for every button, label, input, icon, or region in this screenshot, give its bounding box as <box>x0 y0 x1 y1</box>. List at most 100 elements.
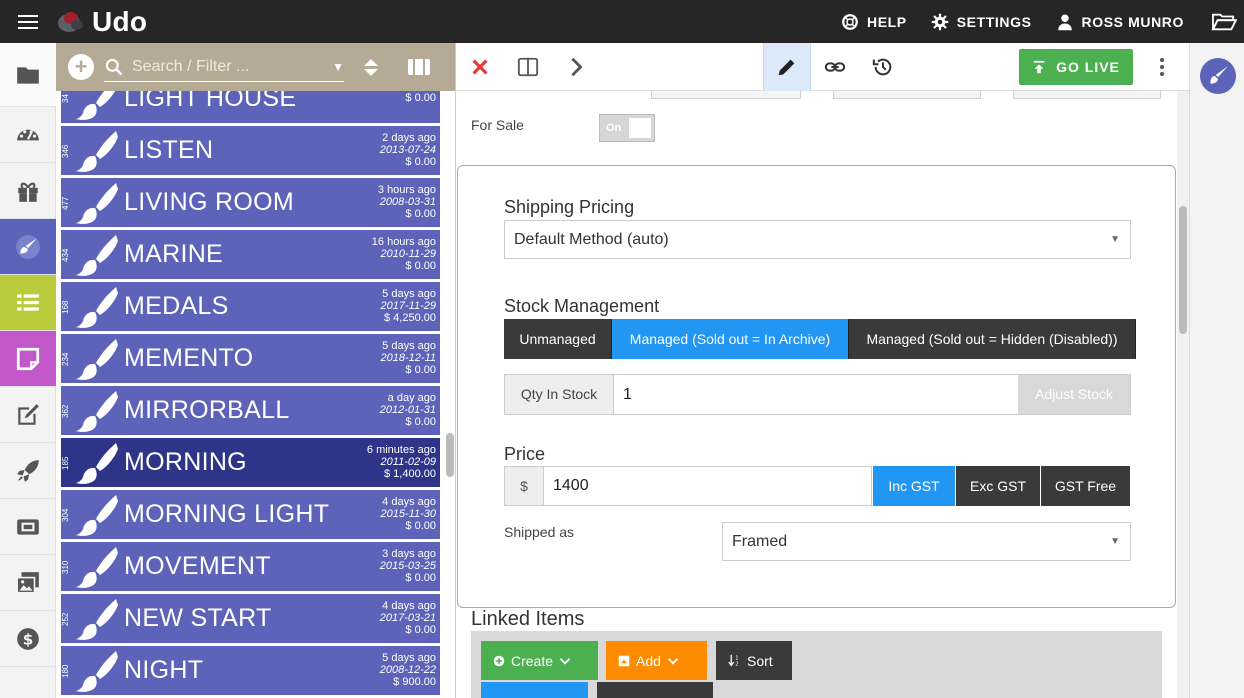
shipped-as-label: Shipped as <box>504 524 575 540</box>
for-sale-toggle[interactable]: On <box>599 114 655 142</box>
item-title: MOVEMENT <box>124 552 271 580</box>
item-price: $ 0.00 <box>405 208 436 220</box>
gst-exc-button[interactable]: Exc GST <box>956 466 1040 506</box>
gst-inc-button[interactable]: Inc GST <box>873 466 955 506</box>
adjust-stock-button[interactable]: Adjust Stock <box>1018 375 1130 414</box>
item-updated: 3 hours ago <box>377 184 436 196</box>
paintbrush-icon <box>75 494 119 536</box>
sidebar-dashboard[interactable] <box>0 107 56 163</box>
stock-option-hidden[interactable]: Managed (Sold out = Hidden (Disabled)) <box>849 319 1136 359</box>
sidebar-artworks[interactable] <box>0 219 56 275</box>
stock-option-archive[interactable]: Managed (Sold out = In Archive) <box>612 319 849 359</box>
list-item[interactable]: 310 MOVEMENT 3 days ago 2015-03-25 $ 0.00 <box>61 542 440 591</box>
filter-dropdown-icon[interactable]: ▼ <box>332 60 344 74</box>
search-box: ▼ <box>104 52 344 82</box>
gift-icon <box>18 182 38 202</box>
paintbrush-icon <box>75 598 119 640</box>
app-logo[interactable]: Udo <box>56 0 147 43</box>
item-updated: 5 days ago <box>382 288 436 300</box>
shipped-as-select[interactable]: Framed ▼ <box>722 522 1131 561</box>
item-date: 2017-03-21 <box>379 612 436 624</box>
price-input[interactable]: 1400 <box>544 466 872 506</box>
create-button[interactable]: Create <box>481 641 598 680</box>
list-item[interactable]: 185 MORNING 6 minutes ago 2011-02-09 $ 1,400… <box>61 438 440 487</box>
sort-icon[interactable] <box>362 58 380 76</box>
split-view-button[interactable] <box>504 43 552 91</box>
gst-free-button[interactable]: GST Free <box>1041 466 1130 506</box>
sidebar-gallery[interactable] <box>0 555 56 611</box>
list-scrollbar[interactable] <box>446 433 454 477</box>
item-meta: 2 days ago 2013-07-24 $ 0.00 <box>380 132 436 168</box>
more-options-icon[interactable] <box>1147 57 1177 76</box>
stock-management-label: Stock Management <box>504 296 660 316</box>
item-date: 2018-12-11 <box>380 352 436 364</box>
item-meta: 6 minutes ago 2011-02-09 $ 1,400.00 <box>367 444 436 480</box>
item-meta: 5 days ago 2017-11-29 $ 4,250.00 <box>381 288 436 324</box>
go-live-button[interactable]: GO LIVE <box>1019 48 1133 85</box>
user-menu[interactable]: ROSS MUNRO <box>1044 0 1204 43</box>
add-item-button[interactable]: + <box>68 54 94 80</box>
list-item[interactable]: 434 MARINE 16 hours ago 2010-11-29 $ 0.00 <box>61 230 440 279</box>
next-button[interactable] <box>552 43 600 91</box>
menu-icon[interactable] <box>0 0 56 43</box>
add-button[interactable]: Add <box>606 641 707 680</box>
list-item[interactable]: 477 LIVING ROOM 3 hours ago 2008-03-31 $ 0.0… <box>61 178 440 227</box>
view-toggle-icon[interactable] <box>408 59 430 75</box>
item-id: 346 <box>61 144 70 158</box>
logo-icon <box>56 9 86 35</box>
item-updated: 16 hours ago <box>371 236 436 248</box>
chevron-down-icon: ▼ <box>1110 234 1120 245</box>
image-add-icon <box>618 655 630 666</box>
artwork-rail-button[interactable] <box>1200 58 1236 94</box>
close-button[interactable] <box>456 43 504 91</box>
sidebar-folder[interactable] <box>0 43 56 107</box>
item-id: 252 <box>61 612 70 626</box>
sort-label: Sort <box>747 652 773 669</box>
help-button[interactable]: HELP <box>829 0 919 43</box>
list-item[interactable]: 362 MIRRORBALL a day ago 2012-01-31 $ 0.00 <box>61 386 440 435</box>
shipping-pricing-select[interactable]: Default Method (auto) ▼ <box>504 220 1131 259</box>
list-item[interactable]: 252 NEW START 4 days ago 2017-03-21 $ 0.00 <box>61 594 440 643</box>
sort-button[interactable]: 12 Sort <box>716 641 792 680</box>
list-item[interactable]: 168 MEDALS 5 days ago 2017-11-29 $ 4,250.00 <box>61 282 440 331</box>
item-title: MEDALS <box>124 292 229 320</box>
qty-in-stock-input[interactable]: 1 <box>614 375 1018 414</box>
svg-text:2: 2 <box>735 661 738 667</box>
history-button[interactable] <box>859 43 907 91</box>
sidebar-sales[interactable]: $ <box>0 611 56 667</box>
editor-scroll-thumb[interactable] <box>1179 206 1187 334</box>
item-updated: 4 days ago <box>382 496 436 508</box>
sidebar-launch[interactable] <box>0 443 56 499</box>
list-item[interactable]: 234 MEMENTO 5 days ago 2018-12-11 $ 0.00 <box>61 334 440 383</box>
sidebar-gift[interactable] <box>0 163 56 219</box>
stock-option-unmanaged[interactable]: Unmanaged <box>504 319 612 359</box>
sidebar-notes[interactable] <box>0 331 56 387</box>
sidebar-edit[interactable] <box>0 387 56 443</box>
list-item[interactable]: 304 MORNING LIGHT 4 days ago 2015-11-30 $ 0.… <box>61 490 440 539</box>
chevron-down-icon <box>667 657 679 665</box>
list-item[interactable]: 180 NIGHT 5 days ago 2008-12-22 $ 900.00 <box>61 646 440 695</box>
edit-mode-button[interactable] <box>763 43 811 91</box>
linked-item-action-button[interactable] <box>597 682 713 698</box>
editor-scrollbar[interactable] <box>1177 91 1189 698</box>
list-item[interactable]: 346 LISTEN 2 days ago 2013-07-24 $ 0.00 <box>61 126 440 175</box>
ticket-icon <box>17 518 39 535</box>
item-updated: 4 days ago <box>382 600 436 612</box>
toggle-knob <box>629 118 651 138</box>
open-folder-icon[interactable] <box>1204 0 1244 43</box>
item-date: 2013-07-24 <box>379 144 436 156</box>
item-title: MIRRORBALL <box>124 396 290 424</box>
gallery-icon <box>16 571 39 594</box>
settings-button[interactable]: SETTINGS <box>919 0 1044 43</box>
item-meta: 5 days ago 2018-12-11 $ 0.00 <box>381 340 436 376</box>
sidebar-events[interactable] <box>0 499 56 555</box>
linked-item-action-button[interactable] <box>481 682 588 698</box>
search-input[interactable] <box>132 57 322 76</box>
chevron-down-icon <box>559 657 571 665</box>
list-icon <box>17 293 39 311</box>
item-price: $ 0.00 <box>405 92 436 104</box>
item-date: 2010-11-29 <box>380 248 436 260</box>
dollar-icon: $ <box>17 627 39 650</box>
link-button[interactable] <box>811 43 859 91</box>
sidebar-list[interactable] <box>0 275 56 331</box>
